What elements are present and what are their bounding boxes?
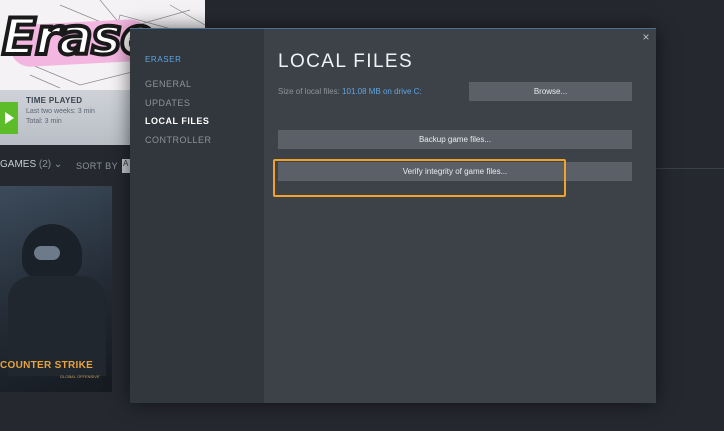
size-value-link[interactable]: 101.08 MB on drive C: xyxy=(342,87,422,96)
card-logo: COUNTER STRIKE xyxy=(0,360,94,371)
games-label: GAMES xyxy=(0,159,37,170)
time-played-panel: TIME PLAYED Last two weeks: 3 min Total:… xyxy=(0,90,130,145)
chevron-down-icon: ⌄ xyxy=(53,159,63,170)
highlight-annotation xyxy=(273,159,566,197)
time-played-title: TIME PLAYED xyxy=(26,96,83,105)
games-count: (2) xyxy=(38,159,52,170)
game-card-counter-strike[interactable]: COUNTER STRIKE GLOBAL OFFENSIVE xyxy=(0,186,112,392)
close-icon[interactable]: × xyxy=(639,30,653,44)
time-played-total: Total: 3 min xyxy=(26,118,62,125)
sidebar-item-local-files[interactable]: LOCAL FILES xyxy=(145,116,209,126)
page-title: LOCAL FILES xyxy=(278,51,414,72)
games-filter[interactable]: GAMES (2) ⌄ xyxy=(0,159,62,170)
properties-sidebar: ERASER GENERAL UPDATES LOCAL FILES CONTR… xyxy=(130,29,264,403)
backup-game-files-button[interactable]: Backup game files... xyxy=(278,130,632,149)
sidebar-item-general[interactable]: GENERAL xyxy=(145,79,192,89)
card-logo-subtitle: GLOBAL OFFENSIVE xyxy=(60,374,100,379)
sidebar-item-updates[interactable]: UPDATES xyxy=(145,98,190,108)
time-played-last-two-weeks: Last two weeks: 3 min xyxy=(26,108,95,115)
properties-dialog: ERASER GENERAL UPDATES LOCAL FILES CONTR… xyxy=(130,28,656,403)
browse-button[interactable]: Browse... xyxy=(469,82,632,101)
sort-by-label: SORT BY xyxy=(76,161,118,171)
size-label: Size of local files: xyxy=(278,87,340,96)
divider xyxy=(656,168,724,169)
play-icon[interactable] xyxy=(0,102,18,134)
sidebar-item-controller[interactable]: CONTROLLER xyxy=(145,135,212,145)
card-figure-visor xyxy=(34,246,60,260)
local-files-size: Size of local files: 101.08 MB on drive … xyxy=(278,87,422,96)
sidebar-game-name: ERASER xyxy=(145,55,182,64)
